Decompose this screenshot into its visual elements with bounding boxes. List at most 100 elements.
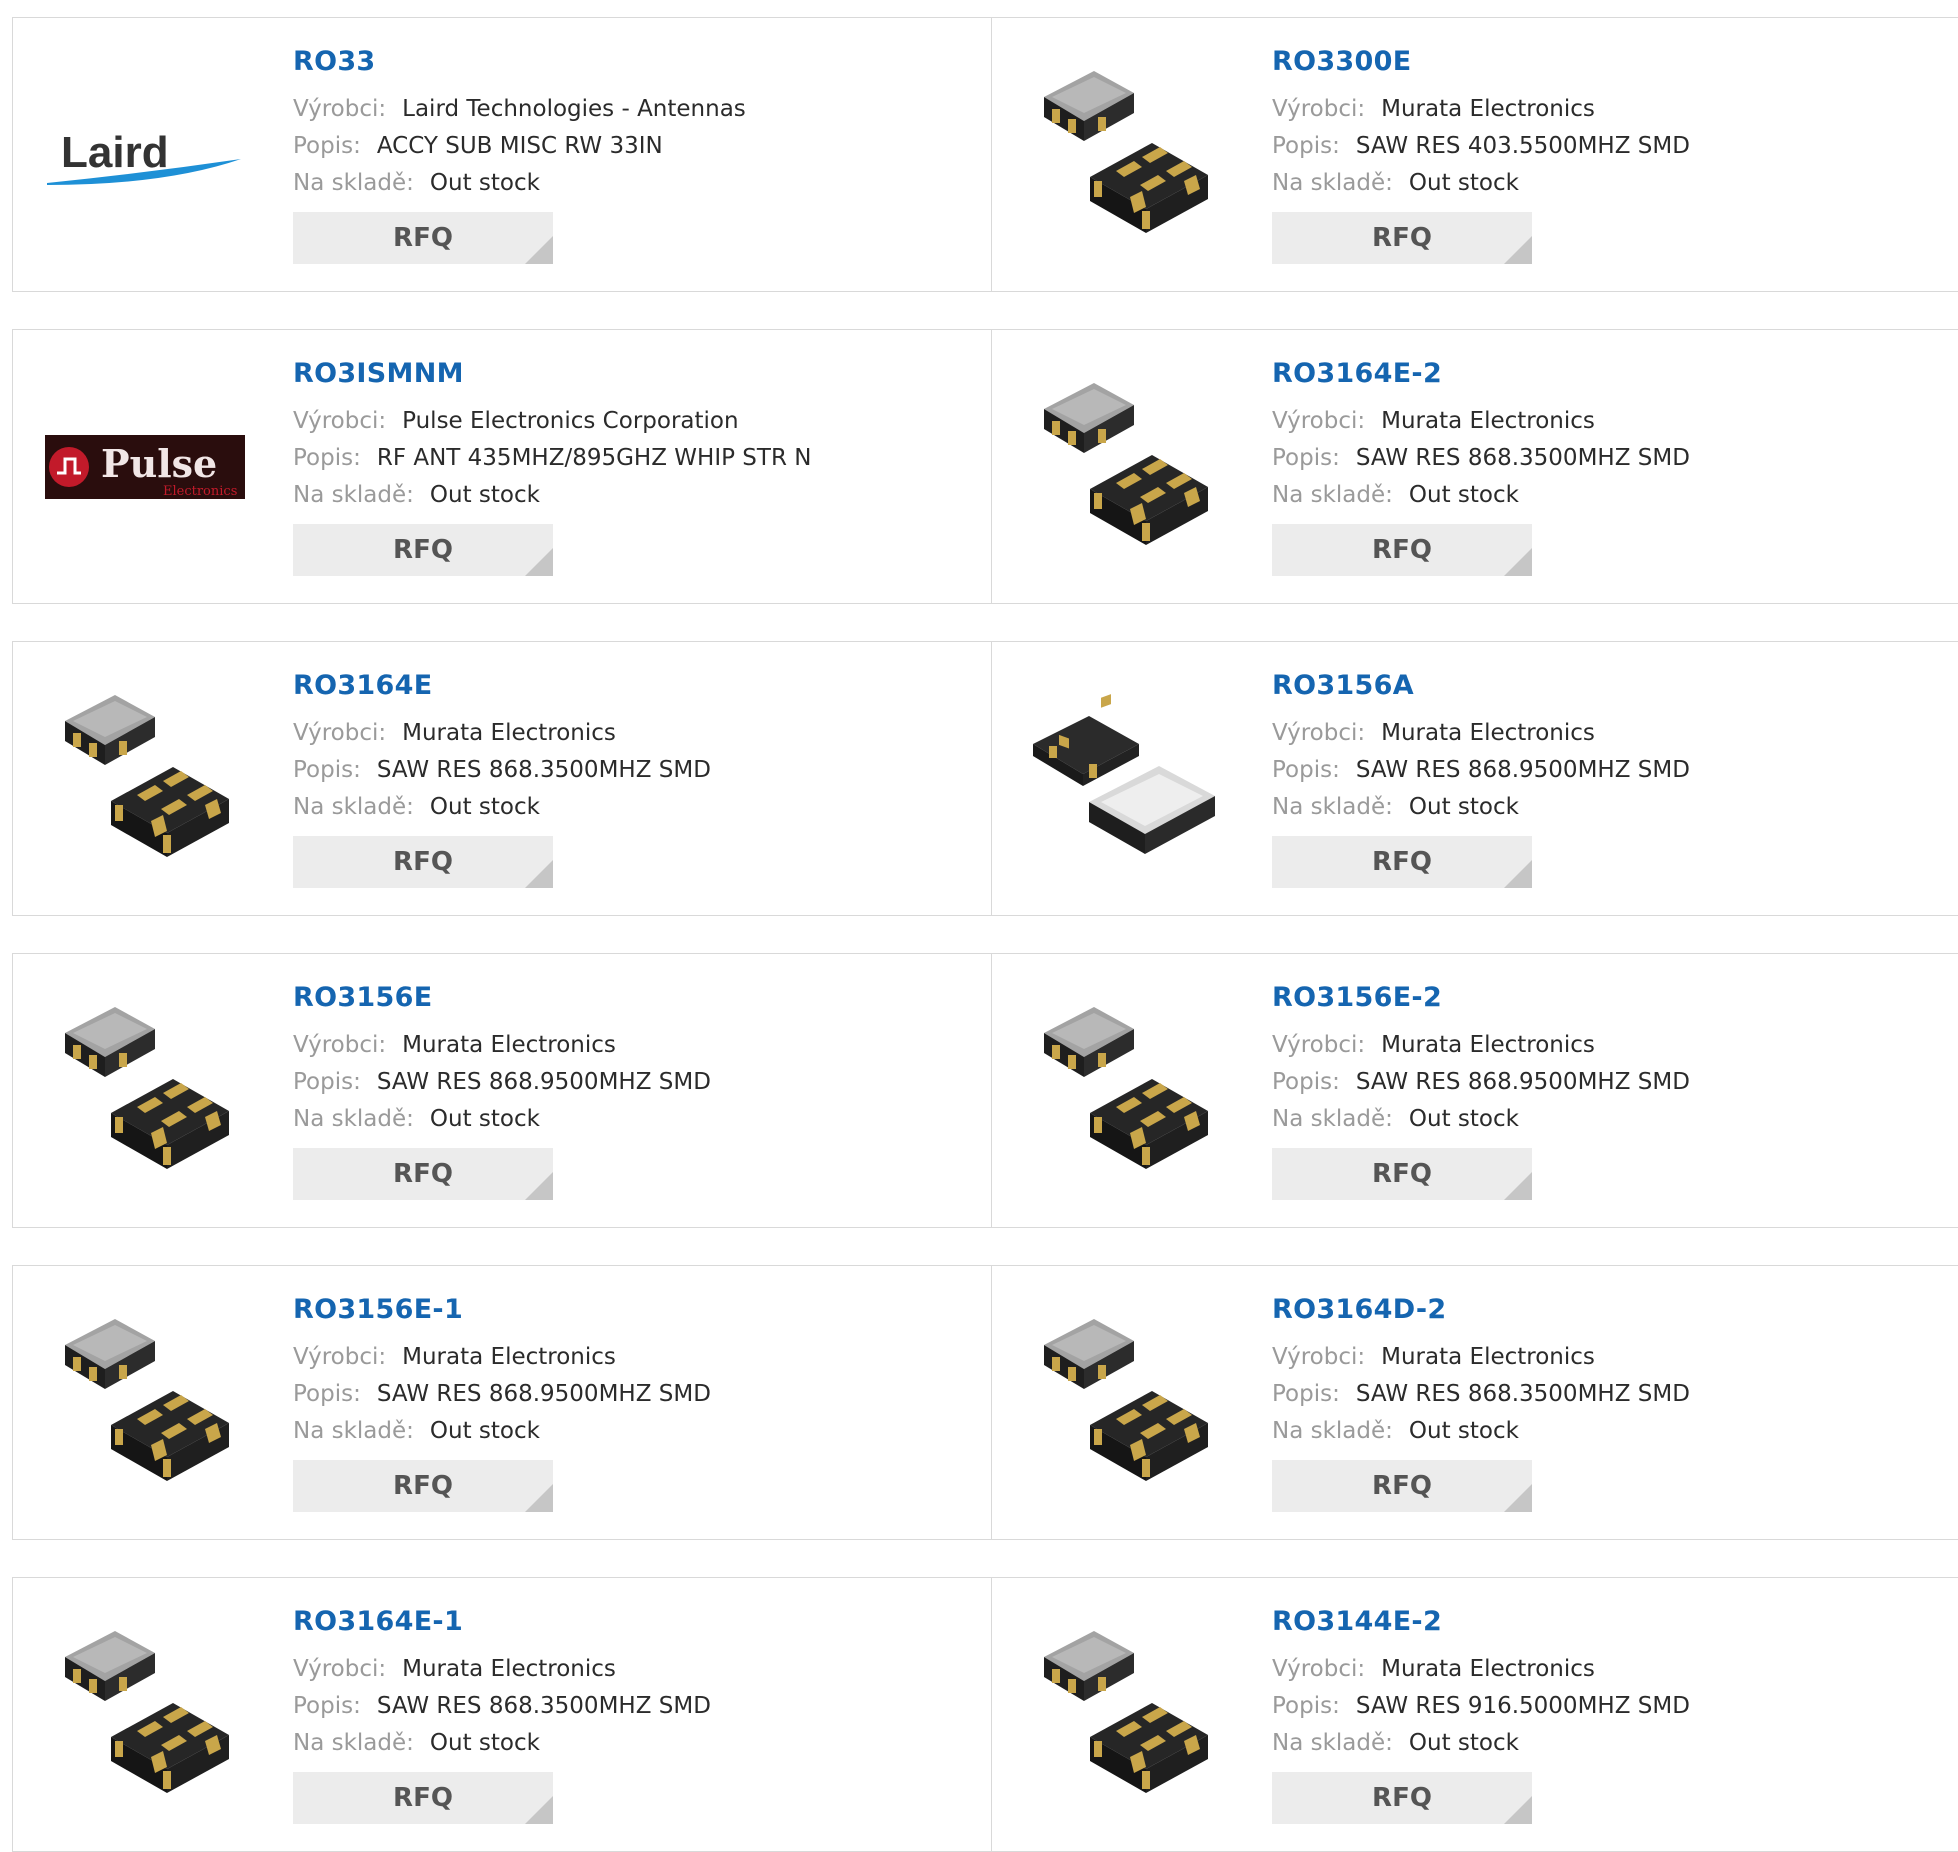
manufacturer-value: Pulse Electronics Corporation <box>402 408 739 434</box>
manufacturer-label: Výrobci: <box>1272 1656 1366 1682</box>
stock-value: Out stock <box>1408 170 1519 196</box>
product-row: RO3156E Výrobci: Murata Electronics Popis… <box>12 953 1958 1228</box>
rfq-button[interactable]: RFQ <box>293 1148 553 1200</box>
manufacturer-label: Výrobci: <box>293 1656 387 1682</box>
manufacturer-value: Murata Electronics <box>402 1032 616 1058</box>
product-title-link[interactable]: RO3156E-1 <box>293 1294 711 1325</box>
product-card: RO3156E-2 Výrobci: Murata Electronics Pop… <box>991 953 1958 1228</box>
product-title-link[interactable]: RO3156E <box>293 982 711 1013</box>
description-label: Popis: <box>293 1693 361 1719</box>
rfq-button[interactable]: RFQ <box>1272 1460 1532 1512</box>
stock-label: Na skladě: <box>293 1418 414 1444</box>
description-value: SAW RES 868.9500MHZ SMD <box>1355 1069 1690 1095</box>
manufacturer-label: Výrobci: <box>1272 1032 1366 1058</box>
stock-value: Out stock <box>1408 482 1519 508</box>
rfq-label: RFQ <box>1372 1783 1432 1813</box>
manufacturer-label: Výrobci: <box>293 720 387 746</box>
product-image[interactable] <box>1024 676 1224 881</box>
rfq-label: RFQ <box>1372 847 1432 877</box>
stock-label: Na skladě: <box>1272 1106 1393 1132</box>
description-label: Popis: <box>1272 1381 1340 1407</box>
saw-resonator-icon <box>1044 71 1208 233</box>
product-image[interactable] <box>45 988 245 1193</box>
manufacturer-value: Murata Electronics <box>1381 1032 1595 1058</box>
product-title-link[interactable]: RO3164E <box>293 670 711 701</box>
manufacturer-value: Murata Electronics <box>402 1344 616 1370</box>
description-label: Popis: <box>1272 1069 1340 1095</box>
rfq-button[interactable]: RFQ <box>1272 212 1532 264</box>
product-row: RO3156E-1 Výrobci: Murata Electronics Pop… <box>12 1265 1958 1540</box>
manufacturer-logo[interactable]: Pulse Electronics <box>45 364 245 569</box>
stock-label: Na skladě: <box>1272 170 1393 196</box>
saw-resonator-icon <box>1044 1319 1208 1481</box>
stock-label: Na skladě: <box>1272 482 1393 508</box>
description-value: SAW RES 868.9500MHZ SMD <box>1355 757 1690 783</box>
product-card: Pulse Electronics RO3ISMNM Výrobci: Pulse… <box>12 329 992 604</box>
description-value: SAW RES 868.9500MHZ SMD <box>376 1069 711 1095</box>
product-title-link[interactable]: RO3156E-2 <box>1272 982 1690 1013</box>
corner-decoration <box>1504 548 1532 576</box>
description-value: ACCY SUB MISC RW 33IN <box>376 133 663 159</box>
manufacturer-value: Murata Electronics <box>1381 1656 1595 1682</box>
product-image[interactable] <box>45 676 245 881</box>
product-title-link[interactable]: RO3164E-1 <box>293 1606 711 1637</box>
product-title-link[interactable]: RO3ISMNM <box>293 358 811 389</box>
manufacturer-label: Výrobci: <box>1272 1344 1366 1370</box>
product-image[interactable] <box>1024 988 1224 1193</box>
rfq-button[interactable]: RFQ <box>1272 1148 1532 1200</box>
description-value: SAW RES 916.5000MHZ SMD <box>1355 1693 1690 1719</box>
product-image[interactable] <box>1024 1300 1224 1505</box>
rfq-button[interactable]: RFQ <box>293 1772 553 1824</box>
corner-decoration <box>1504 1172 1532 1200</box>
product-title-link[interactable]: RO3164E-2 <box>1272 358 1690 389</box>
rfq-button[interactable]: RFQ <box>1272 524 1532 576</box>
product-title-link[interactable]: RO3144E-2 <box>1272 1606 1690 1637</box>
manufacturer-value: Murata Electronics <box>1381 720 1595 746</box>
description-value: RF ANT 435MHZ/895GHZ WHIP STR N <box>376 445 812 471</box>
product-image[interactable] <box>1024 52 1224 257</box>
stock-value: Out stock <box>1408 1106 1519 1132</box>
saw-resonator-icon <box>1044 383 1208 545</box>
manufacturer-label: Výrobci: <box>293 408 387 434</box>
product-title-link[interactable]: RO33 <box>293 46 746 77</box>
saw-resonator-metal-icon <box>1033 693 1215 854</box>
rfq-button[interactable]: RFQ <box>293 524 553 576</box>
product-title-link[interactable]: RO3156A <box>1272 670 1690 701</box>
product-title-link[interactable]: RO3300E <box>1272 46 1690 77</box>
description-label: Popis: <box>1272 757 1340 783</box>
product-image[interactable] <box>1024 1612 1224 1817</box>
product-card: RO3156E Výrobci: Murata Electronics Popis… <box>12 953 992 1228</box>
stock-value: Out stock <box>429 1418 540 1444</box>
rfq-button[interactable]: RFQ <box>293 1460 553 1512</box>
rfq-button[interactable]: RFQ <box>1272 836 1532 888</box>
stock-value: Out stock <box>1408 1730 1519 1756</box>
product-image[interactable] <box>1024 364 1224 569</box>
rfq-button[interactable]: RFQ <box>1272 1772 1532 1824</box>
product-row: Laird RO33 Výrobci: Laird Technologies - … <box>12 17 1958 292</box>
product-title-link[interactable]: RO3164D-2 <box>1272 1294 1690 1325</box>
description-value: SAW RES 403.5500MHZ SMD <box>1355 133 1690 159</box>
product-card: RO3144E-2 Výrobci: Murata Electronics Pop… <box>991 1577 1958 1852</box>
corner-decoration <box>525 860 553 888</box>
product-image[interactable] <box>45 1612 245 1817</box>
saw-resonator-icon <box>65 695 229 857</box>
logo-subtext: Electronics <box>163 484 237 499</box>
description-label: Popis: <box>293 757 361 783</box>
manufacturer-label: Výrobci: <box>1272 96 1366 122</box>
rfq-label: RFQ <box>1372 223 1432 253</box>
stock-label: Na skladě: <box>1272 1730 1393 1756</box>
description-label: Popis: <box>1272 1693 1340 1719</box>
stock-label: Na skladě: <box>1272 794 1393 820</box>
product-image[interactable] <box>45 1300 245 1505</box>
manufacturer-value: Murata Electronics <box>402 1656 616 1682</box>
product-row: Pulse Electronics RO3ISMNM Výrobci: Pulse… <box>12 329 1958 604</box>
rfq-button[interactable]: RFQ <box>293 212 553 264</box>
stock-value: Out stock <box>429 794 540 820</box>
rfq-button[interactable]: RFQ <box>293 836 553 888</box>
description-value: SAW RES 868.9500MHZ SMD <box>376 1381 711 1407</box>
stock-label: Na skladě: <box>293 794 414 820</box>
product-card: RO3156A Výrobci: Murata Electronics Popis… <box>991 641 1958 916</box>
stock-value: Out stock <box>429 170 540 196</box>
manufacturer-logo[interactable]: Laird <box>45 52 245 257</box>
description-value: SAW RES 868.3500MHZ SMD <box>376 757 711 783</box>
